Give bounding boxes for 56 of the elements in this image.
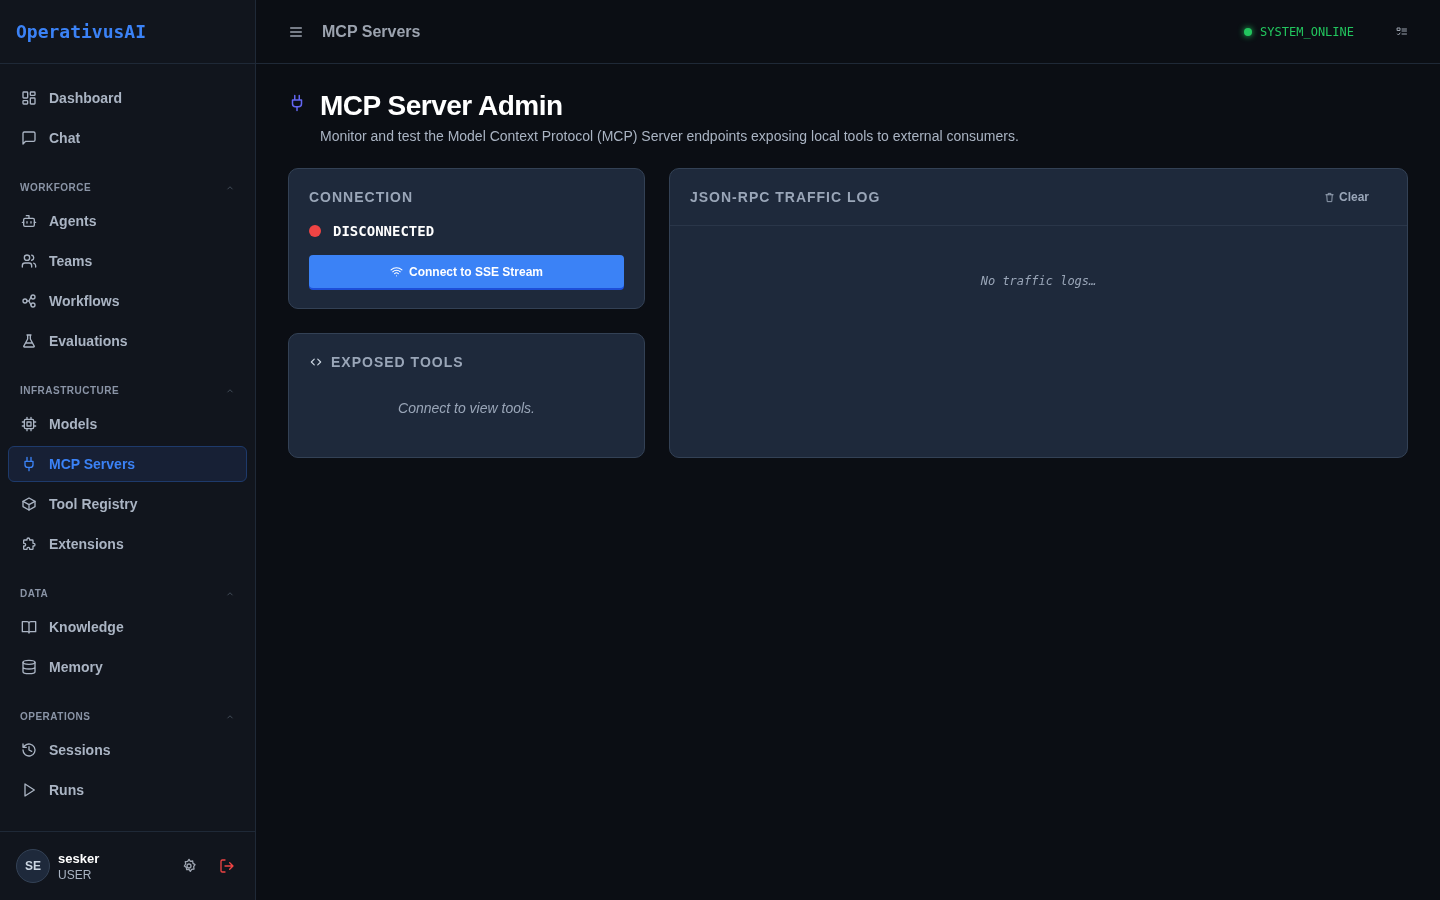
trash-icon — [1323, 191, 1335, 203]
logo: OperativusAI — [16, 21, 147, 42]
user-role: USER — [58, 867, 93, 882]
nav-item[interactable]: Agents — [8, 203, 247, 239]
section-heading: INFRASTRUCTURE — [20, 385, 120, 396]
nav-item[interactable]: Extensions — [8, 526, 247, 562]
nav-item[interactable]: Knowledge — [8, 609, 247, 645]
flask-icon — [21, 333, 37, 349]
clear-button[interactable]: Clear — [1317, 189, 1375, 205]
section-heading: WORKFORCE — [20, 182, 92, 193]
nav-item[interactable]: Evaluations — [8, 323, 247, 359]
speech-bubble-icon — [21, 130, 37, 146]
nav-item[interactable]: Chat — [8, 120, 247, 156]
robot-icon — [21, 213, 37, 229]
nav-item[interactable]: Models — [8, 406, 247, 442]
avatar: SE — [16, 849, 50, 883]
nodes-icon — [21, 293, 37, 309]
chip-icon — [21, 416, 37, 432]
nav-item[interactable]: Workflows — [8, 283, 247, 319]
section-heading: DATA — [20, 588, 49, 599]
empty-message: No traffic logs… — [979, 274, 1098, 288]
checklist-icon — [1396, 25, 1408, 38]
plug-icon — [21, 456, 37, 472]
card-title: EXPOSED TOOLS — [331, 354, 464, 370]
nav-item[interactable]: Dashboard — [8, 80, 247, 116]
user-name: sesker — [58, 850, 101, 866]
wifi-icon — [390, 265, 403, 278]
page-subtitle: Monitor and test the Model Context Protocol (MCP) Server endpoints exposing local tools to external consumers. — [320, 128, 1019, 144]
system-status: SYSTEM_ONLINE — [1260, 24, 1354, 39]
page-title: MCP Server Admin — [320, 90, 564, 122]
play-icon — [21, 782, 37, 798]
users-icon — [21, 253, 37, 269]
nav-item[interactable]: Runs — [8, 772, 247, 808]
card-title: CONNECTION — [309, 189, 415, 205]
grid-icon — [21, 90, 37, 106]
settings-icon — [181, 858, 197, 874]
cube-icon — [21, 496, 37, 512]
nav-item[interactable]: MCP Servers — [8, 446, 247, 482]
card-title: JSON-RPC TRAFFIC LOG — [690, 189, 881, 205]
logout-icon — [219, 858, 235, 874]
puzzle-icon — [21, 536, 37, 552]
connect-button[interactable]: Connect to SSE Stream — [309, 255, 624, 288]
nav-item[interactable]: Tool Registry — [8, 486, 247, 522]
book-icon — [21, 619, 37, 635]
connection-status: DISCONNECTED — [333, 223, 435, 239]
code-icon — [309, 355, 323, 369]
history-icon — [21, 742, 37, 758]
header-title: MCP Servers — [322, 22, 422, 41]
status-dot — [1244, 27, 1253, 36]
nav-item[interactable]: Teams — [8, 243, 247, 279]
database-icon — [21, 659, 37, 675]
section-heading: OPERATIONS — [20, 711, 91, 722]
nav-item[interactable]: Memory — [8, 649, 247, 685]
nav-item[interactable]: Sessions — [8, 732, 247, 768]
checklist-button[interactable] — [1396, 25, 1408, 38]
empty-message: Connect to view tools. — [397, 400, 536, 416]
